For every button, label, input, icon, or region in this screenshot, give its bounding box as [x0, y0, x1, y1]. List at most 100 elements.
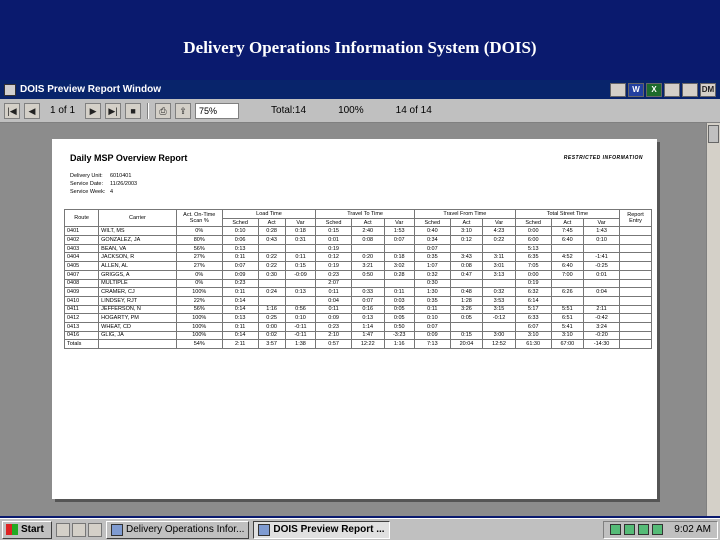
restricted-label: RESTRICTED INFORMATION [563, 155, 643, 161]
totals-cell [619, 339, 652, 349]
table-cell: 0:24 [257, 287, 286, 297]
sub-header: Act [449, 217, 484, 228]
table-cell: 0:33 [350, 287, 385, 297]
stop-button[interactable]: ■ [125, 102, 142, 119]
last-page-button[interactable]: ▶| [105, 102, 122, 119]
task-delivery-ops[interactable]: Delivery Operations Infor... [106, 520, 250, 539]
quick-launch-icon[interactable] [88, 522, 102, 537]
table-cell: 2:07 [315, 278, 352, 289]
table-cell: 0:30 [257, 269, 286, 280]
table-cell: 7:45 [550, 226, 585, 237]
meta-label: Service Week: [70, 189, 106, 195]
scroll-thumb[interactable] [708, 125, 719, 143]
export-icon[interactable]: ⇪ [175, 102, 192, 119]
table-cell: 0:43 [257, 235, 286, 245]
table-cell: 0:23 [221, 278, 259, 289]
table-cell: 1:43 [583, 226, 620, 237]
table-cell: 0:13 [221, 243, 259, 254]
table-cell: 0:09 [413, 330, 451, 341]
app-icon [111, 523, 123, 536]
totals-cell: 54% [175, 339, 223, 349]
table-cell: 1:53 [383, 226, 415, 237]
sub-header: Var [383, 217, 415, 228]
table-cell [619, 235, 652, 245]
excel-icon[interactable]: X [646, 82, 662, 97]
report-title: Daily MSP Overview Report [70, 153, 188, 163]
table-cell: 0:11 [221, 287, 259, 297]
table-cell [383, 278, 415, 289]
table-cell: 6:40 [550, 261, 585, 271]
dm-icon[interactable]: DM [700, 82, 716, 97]
table-cell: 0:19 [315, 243, 352, 254]
table-cell [383, 243, 415, 254]
task-preview-report[interactable]: DOIS Preview Report ... [253, 520, 390, 539]
table-cell [284, 295, 317, 306]
word-icon[interactable]: W [628, 82, 644, 97]
table-cell: 3:13 [482, 269, 516, 280]
table-cell: 3:26 [449, 304, 484, 315]
task-label: Delivery Operations Infor... [126, 524, 245, 535]
zoom-select[interactable]: 75% [195, 102, 240, 119]
table-cell [619, 330, 652, 341]
quick-launch-icon[interactable] [72, 522, 86, 537]
table-cell: 0:19 [514, 278, 552, 289]
table-cell: GRIGGS, A [98, 269, 177, 280]
shortcut-icon-3[interactable] [682, 82, 698, 97]
table-cell: 0403 [63, 243, 100, 254]
totals-cell: 12:52 [482, 339, 516, 349]
table-cell: 0:11 [315, 287, 352, 297]
taskbar: Start Delivery Operations Infor... DOIS … [0, 518, 720, 540]
toolbar-separator [147, 102, 150, 119]
totals-cell: 67:00 [550, 339, 585, 349]
col-report-entry: Report Entry [619, 208, 652, 228]
table-cell: JACKSON, R [98, 252, 177, 263]
table-cell: 0:11 [413, 304, 451, 315]
page-indicator: 1 of 1 [50, 105, 76, 116]
table-cell: 0:22 [482, 235, 516, 245]
tray-icon[interactable] [652, 524, 664, 535]
table-cell: 0:32 [482, 287, 516, 297]
tray-icon[interactable] [638, 524, 650, 535]
next-page-button[interactable]: ▶ [85, 102, 102, 119]
table-cell [619, 304, 652, 315]
totals-cell: 61:30 [514, 339, 552, 349]
first-page-button[interactable]: |◀ [4, 102, 20, 119]
table-cell: 0:56 [284, 304, 317, 315]
prev-page-button[interactable]: ◀ [24, 102, 40, 119]
table-cell: 0:14 [221, 330, 259, 341]
window-titlebar[interactable]: DOIS Preview Report Window W X DM [0, 80, 720, 99]
sub-header: Sched [413, 217, 451, 228]
table-cell: 1:14 [350, 321, 385, 332]
table-cell [482, 321, 516, 332]
meta-label: Delivery Unit: [70, 173, 103, 179]
tray-icon[interactable] [624, 524, 636, 535]
report-meta: Delivery Unit: 6010401 Service Date: 11/26… [70, 172, 137, 196]
shortcut-icon-2[interactable] [664, 82, 680, 97]
col-travel-from: Travel From Time [413, 209, 516, 219]
meta-label: Service Date: [70, 181, 104, 187]
table-cell: 0:00 [257, 321, 286, 332]
table-cell [583, 278, 620, 289]
start-label: Start [21, 524, 44, 535]
start-button[interactable]: Start [2, 520, 52, 539]
table-cell: 6:40 [550, 235, 585, 245]
table-cell [619, 243, 652, 254]
table-cell: 2:11 [583, 304, 620, 315]
table-cell: 0:30 [413, 278, 451, 289]
table-cell: 5:51 [550, 304, 585, 315]
vertical-scrollbar[interactable] [706, 123, 720, 516]
table-cell: 5:13 [514, 243, 552, 254]
print-icon[interactable]: ⎙ [155, 102, 172, 119]
table-cell: 0:32 [413, 269, 451, 280]
table-cell: -0:42 [583, 313, 620, 323]
shortcut-icon-1[interactable] [610, 82, 626, 97]
table-cell: 0:08 [449, 261, 484, 271]
group-header-row: Route Carrier Act. On-Time Scan % Load T… [63, 208, 652, 228]
table-cell: BEAN, VA [98, 243, 177, 254]
office-shortcut-bar: W X DM [610, 82, 716, 97]
clock: 9:02 AM [674, 524, 711, 535]
table-cell [257, 278, 286, 289]
tray-icon[interactable] [610, 524, 622, 535]
table-cell: 3:10 [449, 226, 484, 237]
quick-launch-icon[interactable] [56, 522, 70, 537]
